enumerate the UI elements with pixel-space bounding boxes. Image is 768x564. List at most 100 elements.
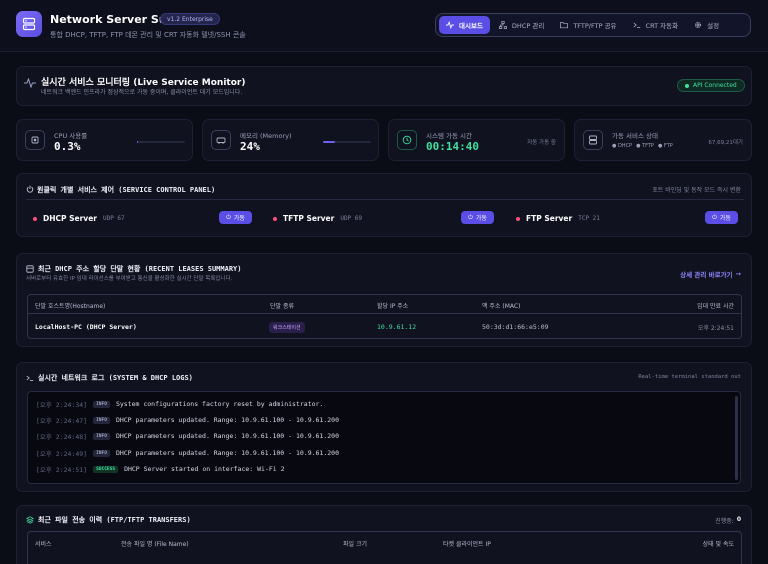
layers-icon — [26, 265, 34, 273]
tab-dhcp[interactable]: DHCP 관리 — [492, 16, 551, 34]
status-dot-icon — [33, 216, 37, 221]
app-subtitle: 통합 DHCP, TFTP, FTP 데몬 관리 및 CRT 자동화 텔넷/SS… — [50, 31, 246, 39]
memory-icon — [211, 130, 231, 150]
service-name: DHCP Server — [43, 214, 97, 223]
service-name: TFTP Server — [283, 214, 335, 223]
service-port: UDP 67 — [102, 215, 125, 222]
transfers-table: 서비스 전송 파일 명 (File Name) 파일 크기 타켓 클라이언트 I… — [27, 531, 742, 564]
network-icon — [498, 21, 507, 29]
power-icon — [26, 185, 34, 193]
main-nav: 대시보드 DHCP 관리 TFTP/FTP 공유 CRT 자동화 설정 — [435, 13, 751, 37]
layers-icon — [26, 516, 34, 524]
uptime-label: 시스템 가동 시간 — [426, 132, 472, 140]
clock-icon — [397, 130, 417, 150]
terminal-icon — [26, 375, 34, 381]
column-header: 타켓 클라이언트 IP — [443, 541, 491, 548]
terminal-icon — [633, 22, 640, 28]
service-ftp: FTP Server TCP 21 — [516, 214, 600, 223]
service-control-title: 원클릭 개별 서비스 제어 (SERVICE CONTROL PANEL) — [37, 186, 216, 194]
tab-crt-label: CRT 자동화 — [645, 22, 679, 30]
uptime-value: 00:14:40 — [426, 140, 479, 153]
table-row[interactable]: LocalHost-PC (DHCP Server) 워크스테이션 10.9.6… — [28, 314, 741, 338]
service-port: TCP 21 — [578, 215, 600, 222]
table-header: 단말 호스트명(Hostname) 단말 종류 할당 IP 주소 맥 주소 (M… — [28, 295, 741, 314]
leases-table: 단말 호스트명(Hostname) 단말 종류 할당 IP 주소 맥 주소 (M… — [27, 294, 742, 339]
services-status-list: ● DHCP ● TFTP ● FTP — [612, 143, 673, 149]
column-header: 전송 파일 명 (File Name) — [121, 541, 189, 548]
arrow-right-icon: → — [735, 270, 741, 278]
cpu-card: CPU 사용률 0.3% — [16, 119, 193, 161]
status-dot-icon — [685, 83, 689, 88]
memory-card: 메모리 (Memory) 24% — [202, 119, 379, 161]
leases-title: 최근 DHCP 주소 할당 단말 현황 (RECENT LEASES SUMMA… — [38, 265, 242, 273]
api-status-badge: API Connected — [677, 79, 745, 92]
service-dhcp: DHCP Server UDP 67 — [33, 214, 125, 223]
transfers-progress: 진행중: 0 — [715, 516, 741, 525]
cpu-label: CPU 사용률 — [54, 132, 88, 140]
start-ftp-button[interactable]: ⏻ 가동 — [705, 211, 738, 224]
service-status-ftp: ● FTP — [657, 143, 673, 149]
pulse-icon — [24, 78, 36, 88]
memory-bar-fill — [323, 141, 335, 143]
folder-icon — [560, 22, 569, 29]
power-icon: ⏻ — [712, 213, 717, 221]
tab-settings[interactable]: 설정 — [687, 16, 726, 34]
app-header: Network Server Suite v1.2 Enterprise 통합 … — [0, 0, 768, 52]
column-header: 임대 만료 시간 — [697, 303, 734, 310]
services-label: 가동 서비스 상태 — [612, 132, 658, 140]
log-scrollbar[interactable] — [735, 396, 738, 480]
tab-dashboard[interactable]: 대시보드 — [439, 16, 490, 34]
logs-title: 실시간 네트워크 로그 (SYSTEM & DHCP LOGS) — [38, 374, 193, 382]
detail-link[interactable]: 상세 관리 바로가기 → — [680, 269, 741, 279]
version-badge: v1.2 Enterprise — [160, 13, 220, 25]
start-dhcp-button[interactable]: ⏻ 가동 — [219, 211, 252, 224]
services-note: 67,69,21대기 — [708, 140, 743, 146]
column-header: 할당 IP 주소 — [377, 303, 409, 310]
expires-cell: 오후 2:24:51 — [697, 325, 734, 332]
column-header: 상태 및 속도 — [702, 541, 734, 548]
pulse-icon — [446, 21, 454, 29]
server-icon — [583, 130, 603, 150]
uptime-card: 시스템 가동 시간 00:14:40 자동 가동 중 — [388, 119, 565, 161]
log-terminal[interactable]: [오후 2:24:34] INFO System configurations fa… — [27, 391, 741, 484]
power-icon: ⏻ — [468, 213, 473, 221]
log-line: [오후 2:24:34] INFO System configurations fa… — [36, 400, 324, 409]
logs-note: Real-time terminal standard out — [638, 374, 741, 380]
tab-crt[interactable]: CRT 자동화 — [626, 16, 686, 34]
memory-label: 메모리 (Memory) — [240, 132, 292, 140]
tab-file-share[interactable]: TFTP/FTP 공유 — [553, 16, 623, 34]
status-dot-icon — [516, 216, 520, 221]
service-status-dhcp: ● DHCP — [612, 143, 633, 149]
device-type-badge: 워크스테이션 — [269, 322, 305, 333]
transfers-title: 최근 파일 전송 이력 (FTP/TFTP TRANSFERS) — [38, 516, 191, 524]
server-logo-icon — [16, 11, 42, 37]
service-name: FTP Server — [526, 214, 573, 223]
service-port: UDP 69 — [340, 215, 363, 222]
leases-panel: 최근 DHCP 주소 할당 단말 현황 (RECENT LEASES SUMMA… — [16, 253, 752, 347]
tab-settings-label: 설정 — [707, 22, 720, 30]
log-line: [오후 2:24:48] INFO DHCP parameters updated.… — [36, 432, 339, 441]
tab-dashboard-label: 대시보드 — [459, 22, 483, 30]
service-status-tftp: ● TFTP — [636, 143, 654, 149]
cpu-value: 0.3% — [54, 140, 81, 153]
column-header: 단말 종류 — [270, 303, 294, 310]
log-line: [오후 2:24:47] INFO DHCP parameters updated.… — [36, 416, 339, 425]
divider — [26, 199, 744, 200]
log-line: [오후 2:24:51] SUCCESS DHCP Server started o… — [36, 465, 285, 474]
memory-bar — [323, 141, 371, 143]
start-tftp-button[interactable]: ⏻ 가동 — [461, 211, 494, 224]
column-header: 단말 호스트명(Hostname) — [35, 303, 106, 310]
service-control-note: 포트 바인딩 및 동작 모드 즉시 변환 — [652, 187, 741, 194]
tab-dhcp-label: DHCP 관리 — [511, 22, 545, 30]
leases-subtitle: 서버로부터 유효한 IP 임대 라이선스를 부여받고 통신을 활성화한 실시간 … — [26, 276, 233, 282]
gear-icon — [695, 22, 702, 28]
mac-cell: 50:3d:d1:66:e5:09 — [482, 323, 549, 331]
log-line: [오후 2:24:49] INFO DHCP parameters updated.… — [36, 449, 339, 458]
power-icon: ⏻ — [226, 213, 231, 221]
status-dot-icon — [273, 216, 277, 221]
services-card: 가동 서비스 상태 ● DHCP ● TFTP ● FTP 67,69,21대기 — [574, 119, 752, 161]
column-header: 서비스 — [35, 541, 52, 548]
cpu-bar — [137, 141, 185, 143]
transfers-panel: 최근 파일 전송 이력 (FTP/TFTP TRANSFERS) 진행중: 0 서… — [16, 505, 752, 564]
tab-file-share-label: TFTP/FTP 공유 — [573, 22, 617, 30]
